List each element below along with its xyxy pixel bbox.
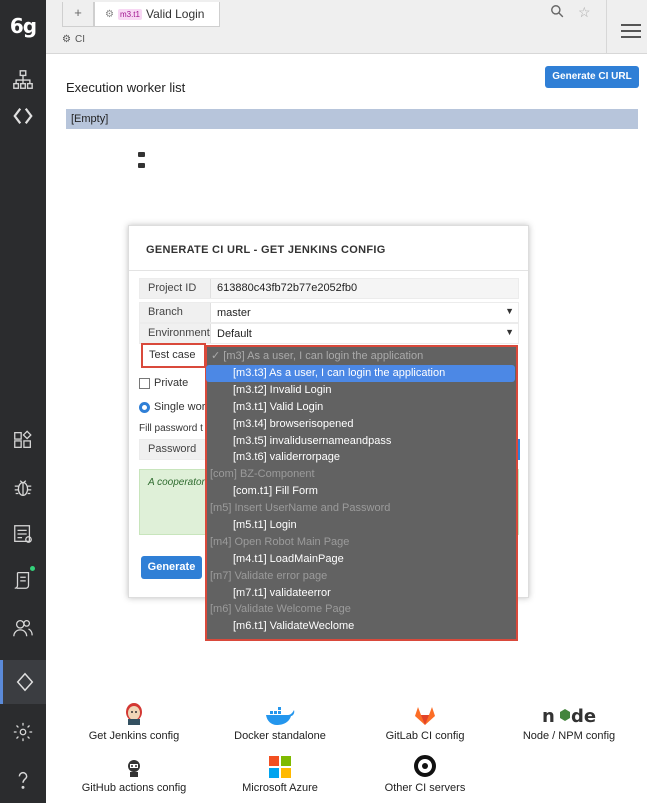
- dropdown-option[interactable]: [m7.t1] validateerror: [206, 585, 515, 602]
- subtab-ci[interactable]: ⚙ CI: [62, 34, 85, 45]
- ci-label: Get Jenkins config: [88, 730, 180, 742]
- worker-list-empty: [Empty]: [66, 109, 638, 129]
- tab-badge: m3.t1: [117, 8, 142, 20]
- svg-text:n: n: [542, 706, 555, 726]
- test-case-label: Test case: [141, 343, 206, 368]
- node-config-option[interactable]: n de Node / NPM config: [494, 700, 644, 742]
- tab-valid-login[interactable]: ⚙ m3.t1 Valid Login: [94, 2, 220, 27]
- svg-text:de: de: [571, 706, 596, 726]
- password-label: Password: [139, 439, 209, 460]
- dropdown-option[interactable]: [m6.t1] ValidateWeclome: [206, 618, 515, 635]
- dropdown-group-label: [com] BZ-Component: [210, 468, 315, 481]
- divider: [606, 0, 607, 54]
- environment-value: Default: [217, 327, 252, 340]
- top-bar: + ⚙ m3.t1 Valid Login ⚙ CI ☆: [46, 0, 647, 54]
- project-id-value: 613880c43fb72b77e2052fb0: [211, 279, 518, 298]
- private-label: Private: [154, 377, 189, 389]
- settings-icon[interactable]: [0, 712, 46, 752]
- environment-select[interactable]: Environment Default ▼: [139, 323, 519, 344]
- gear-icon: ⚙: [105, 8, 114, 20]
- azure-option[interactable]: Microsoft Azure: [205, 752, 355, 794]
- github-actions-option[interactable]: GitHub actions config: [59, 752, 209, 794]
- dropdown-group-label: [m7] Validate error page: [210, 569, 328, 582]
- ci-label: Node / NPM config: [522, 730, 616, 742]
- single-label: Single work: [154, 401, 211, 413]
- mini-icon: [138, 152, 145, 157]
- dropdown-group-label: [m6] Validate Welcome Page: [210, 603, 351, 616]
- docker-icon: [205, 700, 355, 726]
- project-id-label: Project ID: [140, 279, 211, 298]
- bug-icon[interactable]: [0, 468, 46, 508]
- dropdown-option[interactable]: [m3.t1] Valid Login: [206, 399, 515, 416]
- docker-config-option[interactable]: Docker standalone: [205, 700, 355, 742]
- mini-icon: [138, 163, 145, 168]
- ci-label: GitHub actions config: [81, 782, 187, 794]
- ci-label: Docker standalone: [234, 730, 326, 742]
- help-icon[interactable]: [0, 760, 46, 800]
- azure-icon: [205, 752, 355, 778]
- environment-label: Environment: [140, 324, 211, 343]
- dropdown-option[interactable]: [m3.t4] browserisopened: [206, 416, 515, 433]
- single-worker-radio[interactable]: Single work: [139, 401, 211, 413]
- divider: [129, 270, 528, 271]
- other-ci-option[interactable]: Other CI servers: [350, 752, 500, 794]
- ci-label: GitLab CI config: [385, 730, 465, 742]
- star-icon[interactable]: ☆: [578, 4, 591, 21]
- generate-button[interactable]: Generate: [141, 556, 202, 579]
- apps-icon[interactable]: [0, 420, 46, 460]
- github-icon: [59, 752, 209, 778]
- search-icon[interactable]: [550, 4, 564, 21]
- gear-icon: ⚙: [62, 34, 71, 45]
- radio-button[interactable]: [139, 401, 150, 413]
- dropdown-option[interactable]: [m5.t1] Login: [206, 517, 515, 534]
- status-dot: [30, 566, 35, 571]
- chevron-down-icon: ▼: [505, 306, 514, 316]
- generate-ci-url-button[interactable]: Generate CI URL: [545, 66, 639, 88]
- private-checkbox[interactable]: Private: [139, 377, 188, 389]
- branch-label: Branch: [140, 303, 211, 322]
- dropdown-option[interactable]: [com.t1] Fill Form: [206, 483, 515, 500]
- chevron-down-icon: ▼: [505, 327, 514, 337]
- script-icon[interactable]: [0, 560, 46, 600]
- users-icon[interactable]: [0, 608, 46, 648]
- modal-title: GENERATE CI URL - GET JENKINS CONFIG: [146, 244, 386, 256]
- new-tab-button[interactable]: +: [62, 2, 94, 27]
- dropdown-group-label: [m4] Open Robot Main Page: [210, 535, 350, 548]
- dropdown-selected-header[interactable]: ✓ [m3] As a user, I can login the applic…: [206, 347, 518, 365]
- branch-select[interactable]: Branch master ▼: [139, 302, 519, 323]
- dropdown-option[interactable]: [m4.t1] LoadMainPage: [206, 551, 515, 568]
- fill-password-label: Fill password t: [139, 423, 203, 434]
- ci-icon[interactable]: [0, 660, 46, 704]
- sidebar: 6g: [0, 0, 46, 803]
- ci-label: Microsoft Azure: [242, 782, 318, 794]
- dropdown-options: [m3.t3] As a user, I can login the appli…: [206, 365, 515, 635]
- code-icon[interactable]: [0, 96, 46, 136]
- project-id-row: Project ID 613880c43fb72b77e2052fb0: [139, 278, 519, 299]
- gitlab-config-option[interactable]: GitLab CI config: [350, 700, 500, 742]
- jenkins-icon: [59, 700, 209, 726]
- gitlab-icon: [350, 700, 500, 726]
- app-logo: 6g: [9, 14, 37, 38]
- sitemap-icon[interactable]: [0, 60, 46, 100]
- ci-label: Other CI servers: [384, 782, 466, 794]
- dropdown-option[interactable]: [m3.t3] As a user, I can login the appli…: [206, 365, 515, 382]
- subtab-label: CI: [74, 34, 85, 45]
- dropdown-option[interactable]: [m3.t6] validerrorpage: [206, 449, 515, 466]
- jenkins-config-option[interactable]: Get Jenkins config: [59, 700, 209, 742]
- branch-value: master: [217, 306, 251, 319]
- dropdown-option[interactable]: [m3.t2] Invalid Login: [206, 382, 515, 399]
- page-title: Execution worker list: [66, 80, 186, 95]
- dropdown-option[interactable]: [m3.t5] invalidusernameandpass: [206, 433, 515, 450]
- tab-label: Valid Login: [145, 7, 205, 21]
- node-icon: n de: [494, 700, 644, 726]
- checkbox[interactable]: [139, 377, 150, 389]
- report-icon[interactable]: [0, 514, 46, 554]
- menu-icon[interactable]: [621, 24, 641, 42]
- other-ci-icon: [350, 752, 500, 778]
- dropdown-group-label: [m5] Insert UserName and Password: [210, 502, 391, 515]
